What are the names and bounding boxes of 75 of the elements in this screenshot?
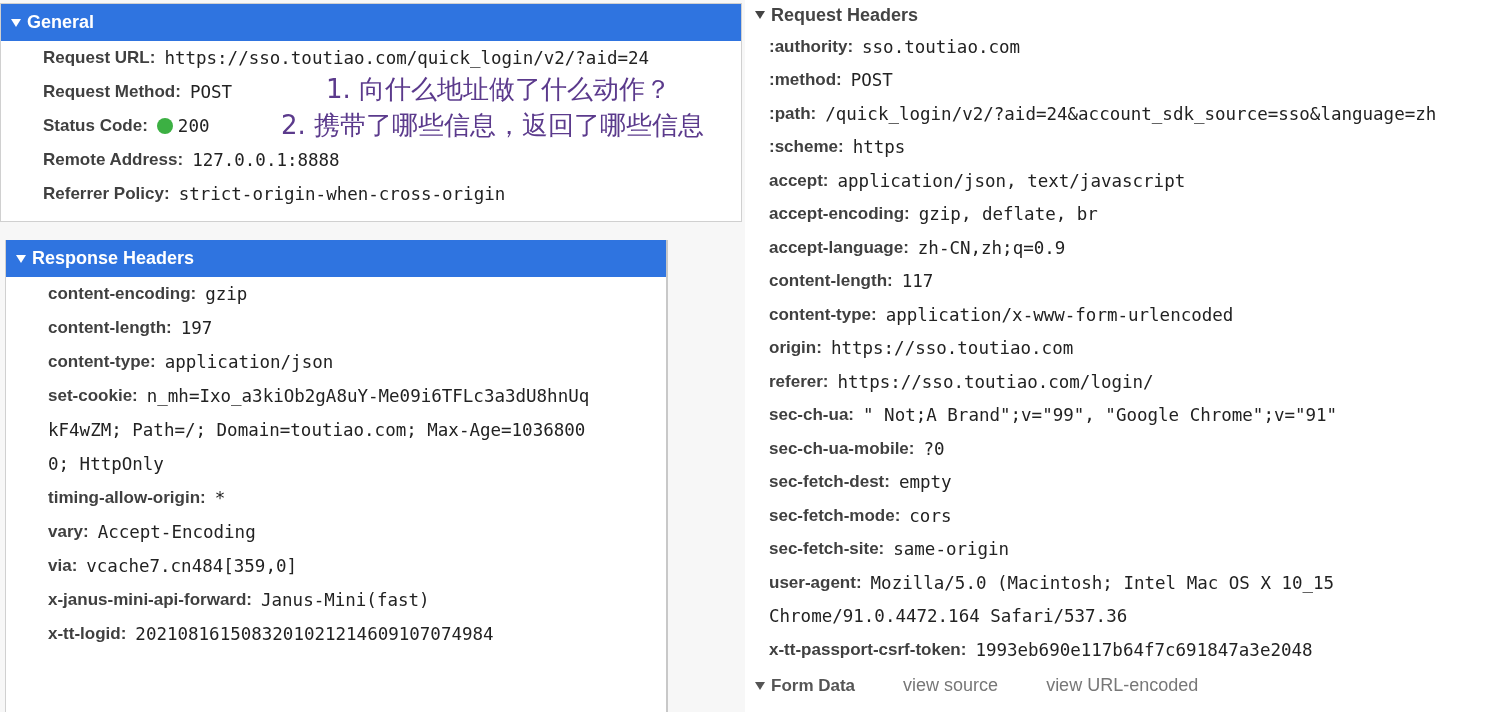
header-value: ?0 — [923, 438, 945, 459]
annotation-text: 2. 携带了哪些信息，返回了哪些信息 — [281, 109, 705, 142]
header-value: same-origin — [893, 539, 1010, 560]
header-name: :scheme: — [769, 137, 844, 158]
header-value: https://sso.toutiao.com/quick_login/v2/?aid=24 — [164, 48, 650, 68]
header-name: accept-encoding: — [769, 204, 910, 225]
header-name: origin: — [769, 338, 822, 359]
header-name: user-agent: — [769, 572, 862, 593]
header-name: Status Code: — [43, 116, 148, 136]
header-value: 2021081615083201021214609107074984 — [135, 624, 494, 644]
view-link[interactable]: view URL-encoded — [1046, 675, 1199, 696]
header-name: content-length: — [48, 318, 172, 338]
header-value: Chrome/91.0.4472.164 Safari/537.36 — [769, 606, 1128, 627]
header-value: 200 — [177, 116, 210, 136]
view-link[interactable]: view source — [903, 675, 999, 696]
header-value: Mozilla/5.0 (Macintosh; Intel Mac OS X 10_15 — [870, 572, 1335, 593]
header-value: 197 — [180, 318, 213, 338]
header-name: referer: — [769, 371, 829, 392]
header-name: vary: — [48, 522, 89, 542]
header-name: Remote Address: — [43, 150, 184, 170]
section-header[interactable]: Response Headers — [6, 240, 666, 277]
section-header[interactable]: General — [1, 4, 741, 41]
header-value: strict-origin-when-cross-origin — [178, 184, 506, 204]
header-name: x-janus-mini-api-forward: — [48, 590, 252, 610]
header-name: :authority: — [769, 36, 854, 57]
header-value: Accept-Encoding — [97, 522, 256, 542]
header-value: 127.0.0.1:8888 — [192, 150, 340, 170]
header-value: https — [852, 137, 906, 158]
header-name: accept: — [769, 170, 829, 191]
header-value: gzip — [205, 284, 248, 304]
header-name: :path: — [769, 103, 817, 124]
header-name: x-tt-logid: — [48, 624, 127, 644]
header-value: https://sso.toutiao.com — [830, 338, 1074, 359]
header-name: content-length: — [769, 271, 893, 292]
header-value: kF4wZM; Path=/; Domain=toutiao.com; Max-Age=1036800 — [48, 420, 586, 440]
header-value: POST — [189, 82, 233, 102]
header-value: application/x-www-form-urlencoded — [885, 304, 1234, 325]
header-name: content-type: — [769, 304, 877, 325]
header-name: sec-fetch-dest: — [769, 472, 890, 493]
header-value: sso.toutiao.com — [862, 36, 1021, 57]
header-value: Janus-Mini(fast) — [261, 590, 430, 610]
header-name: Referrer Policy: — [43, 184, 170, 204]
section-header[interactable]: Form Data — [745, 670, 856, 701]
header-value: zh-CN,zh;q=0.9 — [917, 237, 1066, 258]
header-name: Request URL: — [43, 48, 156, 68]
header-name: sec-ch-ua: — [769, 405, 855, 426]
header-name: sec-fetch-site: — [769, 539, 885, 560]
header-name: accept-language: — [769, 237, 909, 258]
annotation-text: 1. 向什么地址做了什么动作？ — [326, 73, 672, 106]
header-value: * — [214, 488, 226, 508]
header-value: 0; HttpOnly — [48, 454, 164, 474]
section-header[interactable]: Request Headers — [745, 0, 1512, 30]
header-name: content-type: — [48, 352, 156, 372]
header-value: /quick_login/v2/?aid=24&account_sdk_source=sso&language=zh — [825, 103, 1437, 124]
header-name: sec-ch-ua-mobile: — [769, 438, 915, 459]
header-value: empty — [898, 472, 952, 493]
header-name: sec-fetch-mode: — [769, 505, 901, 526]
header-name: :method: — [769, 70, 842, 91]
header-name: via: — [48, 556, 78, 576]
header-value: POST — [850, 70, 893, 91]
header-value: vcache7.cn484[359,0] — [86, 556, 297, 576]
header-value: 117 — [901, 271, 934, 292]
header-value: 1993eb690e117b64f7c691847a3e2048 — [975, 639, 1313, 660]
header-name: content-encoding: — [48, 284, 197, 304]
header-value: cors — [909, 505, 952, 526]
header-name: set-cookie: — [48, 386, 138, 406]
header-value: gzip, deflate, br — [918, 204, 1098, 225]
header-value: application/json — [164, 352, 334, 372]
header-value: application/json, text/javascript — [837, 170, 1186, 191]
header-value: https://sso.toutiao.com/login/ — [837, 371, 1154, 392]
header-name: x-tt-passport-csrf-token: — [769, 639, 967, 660]
header-value: " Not;A Brand";v="99", "Google Chrome";v="91" — [863, 405, 1338, 426]
header-value: n_mh=Ixo_a3kiOb2gA8uY-Me09i6TFLc3a3dU8hnUq — [146, 386, 590, 406]
header-name: timing-allow-origin: — [48, 488, 206, 508]
header-name: Request Method: — [43, 82, 181, 102]
